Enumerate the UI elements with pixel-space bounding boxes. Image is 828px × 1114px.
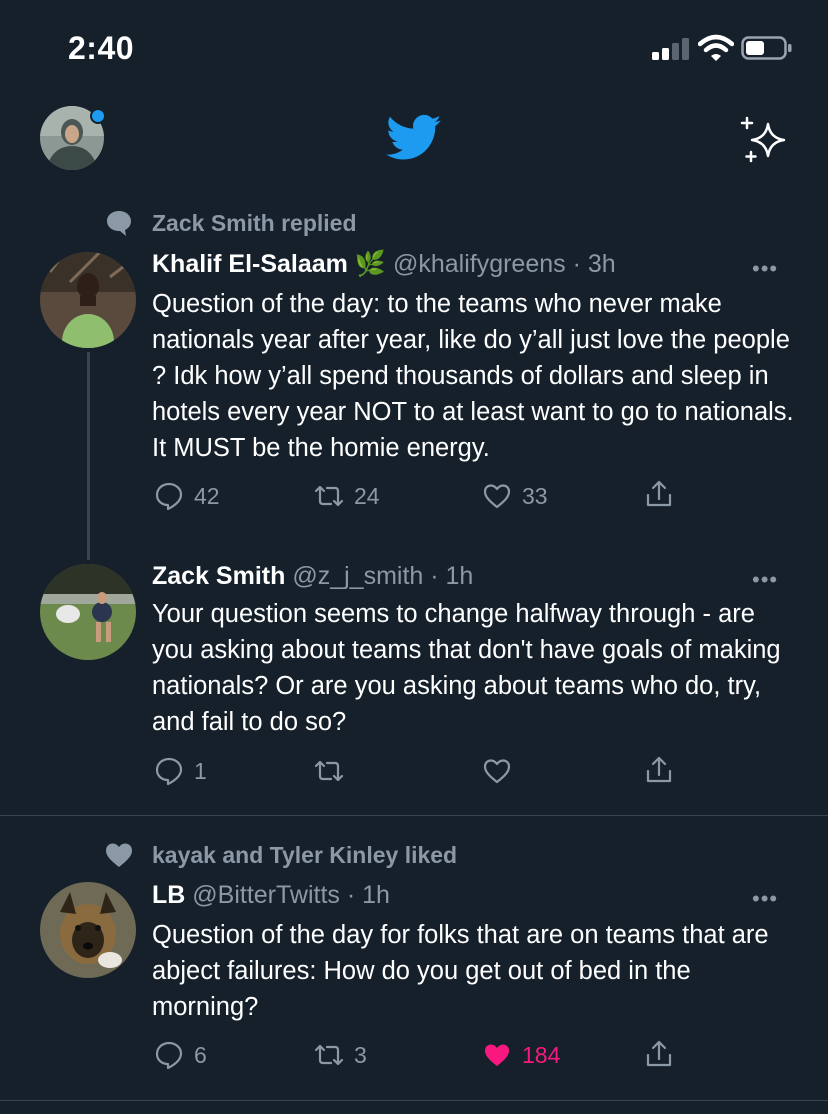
heart-outline-icon bbox=[483, 759, 511, 784]
twitter-bird-icon[interactable] bbox=[386, 114, 442, 162]
more-options-button[interactable]: ••• bbox=[752, 567, 778, 593]
reply-count: 42 bbox=[194, 482, 220, 509]
sparkle-icon[interactable] bbox=[738, 116, 788, 164]
like-button[interactable]: 184 bbox=[482, 1040, 560, 1070]
retweet-count: 3 bbox=[354, 1041, 367, 1068]
divider bbox=[0, 1100, 828, 1101]
share-icon bbox=[646, 1040, 672, 1067]
tweet-header: LB @BitterTwitts · 1h bbox=[152, 881, 390, 910]
battery-icon bbox=[741, 36, 792, 60]
author-emoji: 🌿 bbox=[354, 250, 386, 278]
tweet-text: Question of the day for folks that are o… bbox=[152, 921, 769, 1021]
author-name[interactable]: Khalif El-Salaam bbox=[152, 250, 348, 278]
notification-dot bbox=[90, 108, 106, 124]
reply-icon bbox=[155, 482, 183, 511]
like-button[interactable] bbox=[482, 756, 522, 786]
share-icon bbox=[646, 756, 672, 783]
like-count: 33 bbox=[522, 482, 548, 509]
retweet-button[interactable] bbox=[314, 756, 354, 786]
share-button[interactable] bbox=[644, 755, 674, 785]
retweet-icon bbox=[314, 760, 344, 782]
reply-count: 6 bbox=[194, 1041, 207, 1068]
tweet-text: Your question seems to change halfway th… bbox=[152, 600, 781, 736]
author-handle-time[interactable]: @BitterTwitts · 1h bbox=[192, 881, 390, 909]
tweet-header: Khalif El-Salaam 🌿 @khalifygreens · 3h bbox=[152, 250, 616, 279]
retweet-button[interactable]: 24 bbox=[314, 481, 380, 511]
retweet-icon bbox=[314, 1044, 344, 1066]
more-options-button[interactable]: ••• bbox=[752, 256, 778, 282]
share-icon bbox=[646, 480, 672, 507]
thread-line bbox=[87, 352, 90, 560]
retweet-button[interactable]: 3 bbox=[314, 1040, 367, 1070]
divider bbox=[0, 815, 828, 816]
reply-button[interactable]: 1 bbox=[154, 756, 207, 786]
like-button[interactable]: 33 bbox=[482, 481, 548, 511]
tweet-header: Zack Smith @z_j_smith · 1h bbox=[152, 562, 473, 591]
share-button[interactable] bbox=[644, 479, 674, 509]
avatar[interactable] bbox=[40, 882, 136, 978]
tweet-text: Question of the day: to the teams who ne… bbox=[152, 290, 794, 462]
reply-button[interactable]: 6 bbox=[154, 1040, 207, 1070]
speech-bubble-icon bbox=[107, 211, 131, 236]
wifi-icon bbox=[698, 34, 734, 61]
avatar[interactable] bbox=[40, 252, 136, 348]
reply-button[interactable]: 42 bbox=[154, 481, 220, 511]
share-button[interactable] bbox=[644, 1039, 674, 1069]
retweet-count: 24 bbox=[354, 482, 380, 509]
like-count: 184 bbox=[522, 1041, 561, 1068]
tweet-context: kayak and Tyler Kinley liked bbox=[152, 842, 458, 868]
reply-icon bbox=[155, 757, 183, 786]
author-name[interactable]: LB bbox=[152, 881, 185, 909]
author-name[interactable]: Zack Smith bbox=[152, 562, 285, 590]
heart-outline-icon bbox=[483, 484, 511, 509]
retweet-icon bbox=[314, 485, 344, 507]
author-handle-time[interactable]: @khalifygreens · 3h bbox=[393, 250, 616, 278]
tweet-context: Zack Smith replied bbox=[152, 210, 357, 236]
reply-count: 1 bbox=[194, 757, 207, 784]
heart-icon bbox=[106, 843, 132, 867]
cellular-signal-icon bbox=[652, 38, 689, 60]
heart-filled-icon bbox=[485, 1044, 509, 1066]
avatar[interactable] bbox=[40, 564, 136, 660]
status-time: 2:40 bbox=[68, 30, 135, 66]
more-options-button[interactable]: ••• bbox=[752, 886, 778, 912]
author-handle-time[interactable]: @z_j_smith · 1h bbox=[292, 562, 473, 590]
reply-icon bbox=[155, 1041, 183, 1070]
